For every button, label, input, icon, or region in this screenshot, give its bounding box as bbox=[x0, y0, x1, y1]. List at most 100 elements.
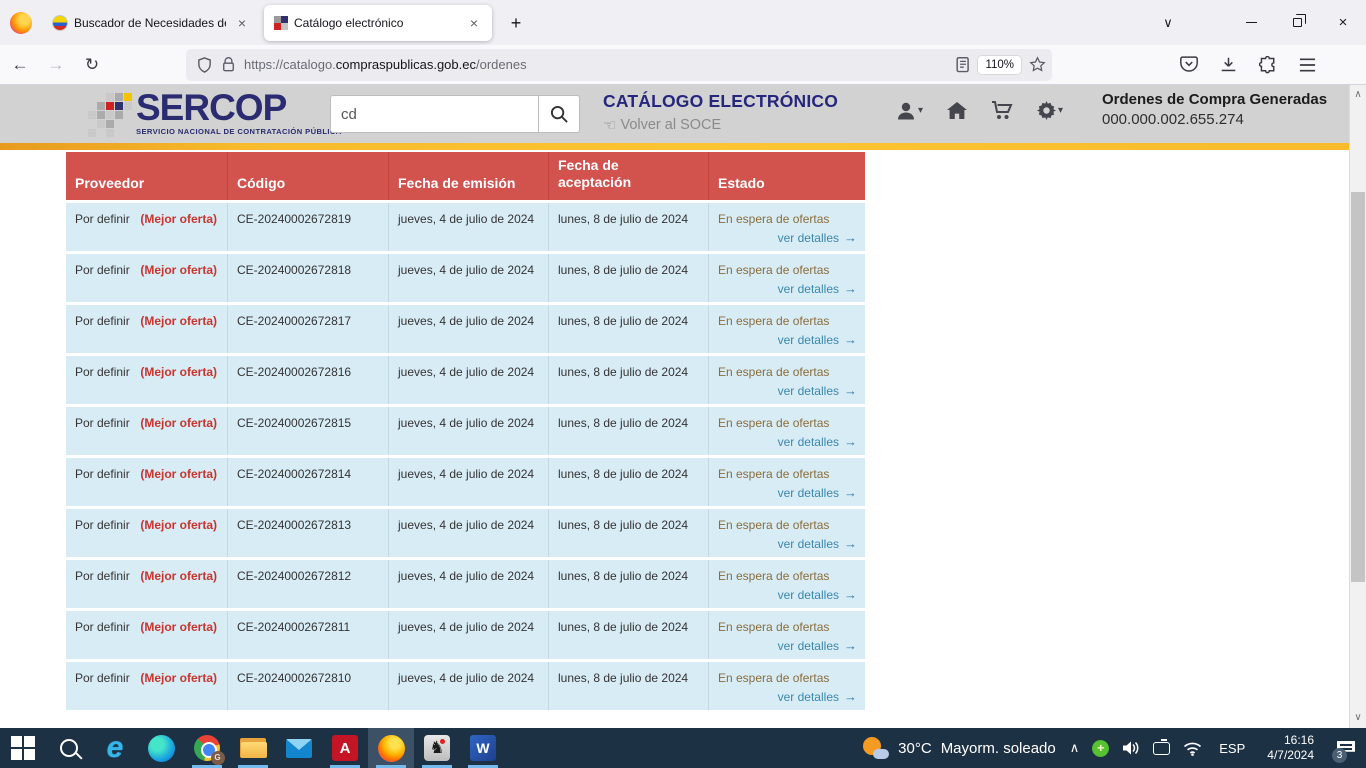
column-header-codigo: Código bbox=[227, 152, 388, 200]
mejor-oferta-link[interactable]: (Mejor oferta) bbox=[140, 314, 217, 328]
ver-detalles-link[interactable]: ver detalles→ bbox=[778, 230, 857, 245]
taskbar-clock[interactable]: 16:16 4/7/2024 bbox=[1267, 733, 1314, 763]
arrow-right-icon: → bbox=[844, 332, 857, 347]
reader-mode-icon[interactable] bbox=[956, 57, 970, 73]
scrollbar-thumb[interactable] bbox=[1351, 192, 1365, 582]
bookmark-star-icon[interactable] bbox=[1029, 56, 1046, 73]
extensions-puzzle-icon[interactable] bbox=[1259, 56, 1277, 74]
ver-detalles-link[interactable]: ver detalles→ bbox=[778, 638, 857, 653]
mejor-oferta-link[interactable]: (Mejor oferta) bbox=[140, 416, 217, 430]
ver-detalles-link[interactable]: ver detalles→ bbox=[778, 383, 857, 398]
tablet-icon[interactable] bbox=[1153, 742, 1170, 755]
provider-text: Por definir bbox=[75, 314, 130, 328]
chrome-button[interactable]: G bbox=[184, 728, 230, 768]
codigo-text: CE-20240002672817 bbox=[227, 305, 388, 353]
taskbar-search-button[interactable] bbox=[46, 728, 92, 768]
mejor-oferta-link[interactable]: (Mejor oferta) bbox=[140, 467, 217, 481]
mejor-oferta-link[interactable]: (Mejor oferta) bbox=[140, 518, 217, 532]
estado-text: En espera de ofertas bbox=[718, 620, 857, 634]
volver-al-soce-link[interactable]: ☜ Volver al SOCE bbox=[603, 116, 838, 134]
scroll-up-arrow-icon[interactable]: ∧ bbox=[1350, 87, 1366, 103]
edge-button[interactable] bbox=[138, 728, 184, 768]
ver-detalles-link[interactable]: ver detalles→ bbox=[778, 434, 857, 449]
table-row: Por definir(Mejor oferta)CE-202400026728… bbox=[66, 407, 865, 455]
page-scrollbar[interactable]: ∧ ∨ bbox=[1349, 85, 1366, 728]
tab-buscador[interactable]: Buscador de Necesidades de Co × bbox=[42, 5, 260, 41]
new-tab-button[interactable]: + bbox=[502, 9, 530, 37]
table-row: Por definir(Mejor oferta)CE-202400026728… bbox=[66, 509, 865, 557]
ver-detalles-link[interactable]: ver detalles→ bbox=[778, 485, 857, 500]
tray-chevron-up-icon[interactable]: ∧ bbox=[1070, 740, 1080, 756]
ver-detalles-link[interactable]: ver detalles→ bbox=[778, 332, 857, 347]
url-bar[interactable]: https://catalogo.compraspublicas.gob.ec/… bbox=[186, 49, 1052, 81]
downloads-icon[interactable] bbox=[1220, 56, 1237, 73]
ver-detalles-link[interactable]: ver detalles→ bbox=[778, 689, 857, 704]
estado-text: En espera de ofertas bbox=[718, 212, 857, 226]
tab-close-icon[interactable]: × bbox=[232, 13, 252, 33]
toolbar-icons bbox=[1180, 56, 1316, 74]
wifi-icon[interactable] bbox=[1183, 741, 1202, 756]
url-text[interactable]: https://catalogo.compraspublicas.gob.ec/… bbox=[244, 57, 956, 72]
fecha-aceptacion-text: lunes, 8 de julio de 2024 bbox=[548, 407, 708, 455]
start-button[interactable] bbox=[0, 728, 46, 768]
reload-button[interactable]: ↻ bbox=[76, 49, 108, 81]
antivirus-icon[interactable]: + bbox=[1092, 740, 1109, 757]
java-app-button[interactable]: ♞ bbox=[414, 728, 460, 768]
minimize-button[interactable] bbox=[1228, 0, 1274, 45]
mejor-oferta-link[interactable]: (Mejor oferta) bbox=[140, 263, 217, 277]
mail-button[interactable] bbox=[276, 728, 322, 768]
internet-explorer-icon: e bbox=[107, 735, 124, 761]
language-indicator[interactable]: ESP bbox=[1219, 741, 1245, 756]
zoom-level-pill[interactable]: 110% bbox=[978, 56, 1021, 74]
chrome-badge: G bbox=[211, 751, 225, 765]
speaker-icon[interactable] bbox=[1122, 740, 1140, 756]
mejor-oferta-link[interactable]: (Mejor oferta) bbox=[140, 212, 217, 226]
firefox-button[interactable] bbox=[368, 728, 414, 768]
word-button[interactable]: W bbox=[460, 728, 506, 768]
tab-close-icon[interactable]: × bbox=[464, 13, 484, 33]
arrow-right-icon: → bbox=[844, 230, 857, 245]
cart-button[interactable] bbox=[991, 101, 1013, 120]
fecha-aceptacion-text: lunes, 8 de julio de 2024 bbox=[548, 611, 708, 659]
lock-icon[interactable] bbox=[221, 56, 236, 73]
sercop-logo[interactable]: SERCOP SERVICIO NACIONAL DE CONTRATACIÓN… bbox=[136, 89, 342, 136]
internet-explorer-button[interactable]: e bbox=[92, 728, 138, 768]
table-row: Por definir(Mejor oferta)CE-202400026728… bbox=[66, 560, 865, 608]
notification-badge: 3 bbox=[1332, 748, 1347, 763]
shield-icon[interactable] bbox=[196, 56, 213, 74]
sercop-favicon bbox=[274, 16, 288, 30]
pocket-icon[interactable] bbox=[1180, 56, 1198, 73]
home-button[interactable] bbox=[947, 102, 967, 119]
ver-detalles-link[interactable]: ver detalles→ bbox=[778, 536, 857, 551]
weather-widget[interactable]: 30°C Mayorm. soleado bbox=[863, 737, 1056, 759]
mejor-oferta-link[interactable]: (Mejor oferta) bbox=[140, 671, 217, 685]
ecuador-coat-favicon bbox=[52, 15, 68, 31]
mejor-oferta-link[interactable]: (Mejor oferta) bbox=[140, 620, 217, 634]
provider-text: Por definir bbox=[75, 212, 130, 226]
settings-menu-button[interactable]: ▾ bbox=[1037, 101, 1063, 120]
list-all-tabs-icon[interactable]: ∨ bbox=[1148, 15, 1188, 31]
table-row: Por definir(Mejor oferta)CE-202400026728… bbox=[66, 611, 865, 659]
action-center-button[interactable]: 3 bbox=[1326, 728, 1366, 768]
file-explorer-button[interactable] bbox=[230, 728, 276, 768]
search-button[interactable] bbox=[538, 95, 580, 133]
ver-detalles-link[interactable]: ver detalles→ bbox=[778, 281, 857, 296]
acrobat-button[interactable]: A bbox=[322, 728, 368, 768]
fecha-emision-text: jueves, 4 de julio de 2024 bbox=[388, 458, 548, 506]
mejor-oferta-link[interactable]: (Mejor oferta) bbox=[140, 569, 217, 583]
cart-icon bbox=[991, 101, 1013, 120]
menu-hamburger-icon[interactable] bbox=[1299, 58, 1316, 72]
ver-detalles-link[interactable]: ver detalles→ bbox=[778, 587, 857, 602]
back-button[interactable]: ← bbox=[4, 49, 36, 81]
column-header-estado: Estado bbox=[708, 152, 865, 200]
close-button[interactable]: × bbox=[1320, 0, 1366, 45]
firefox-view-icon[interactable] bbox=[10, 12, 32, 34]
restore-button[interactable] bbox=[1274, 0, 1320, 45]
mejor-oferta-link[interactable]: (Mejor oferta) bbox=[140, 365, 217, 379]
caret-down-icon: ▾ bbox=[918, 105, 923, 116]
user-menu-button[interactable]: ▾ bbox=[897, 102, 923, 120]
page-content: Proveedor Código Fecha de emisión Fecha … bbox=[0, 150, 1349, 728]
tab-catalogo[interactable]: Catálogo electrónico × bbox=[264, 5, 492, 41]
scroll-down-arrow-icon[interactable]: ∨ bbox=[1350, 710, 1366, 726]
search-input[interactable] bbox=[330, 95, 538, 133]
